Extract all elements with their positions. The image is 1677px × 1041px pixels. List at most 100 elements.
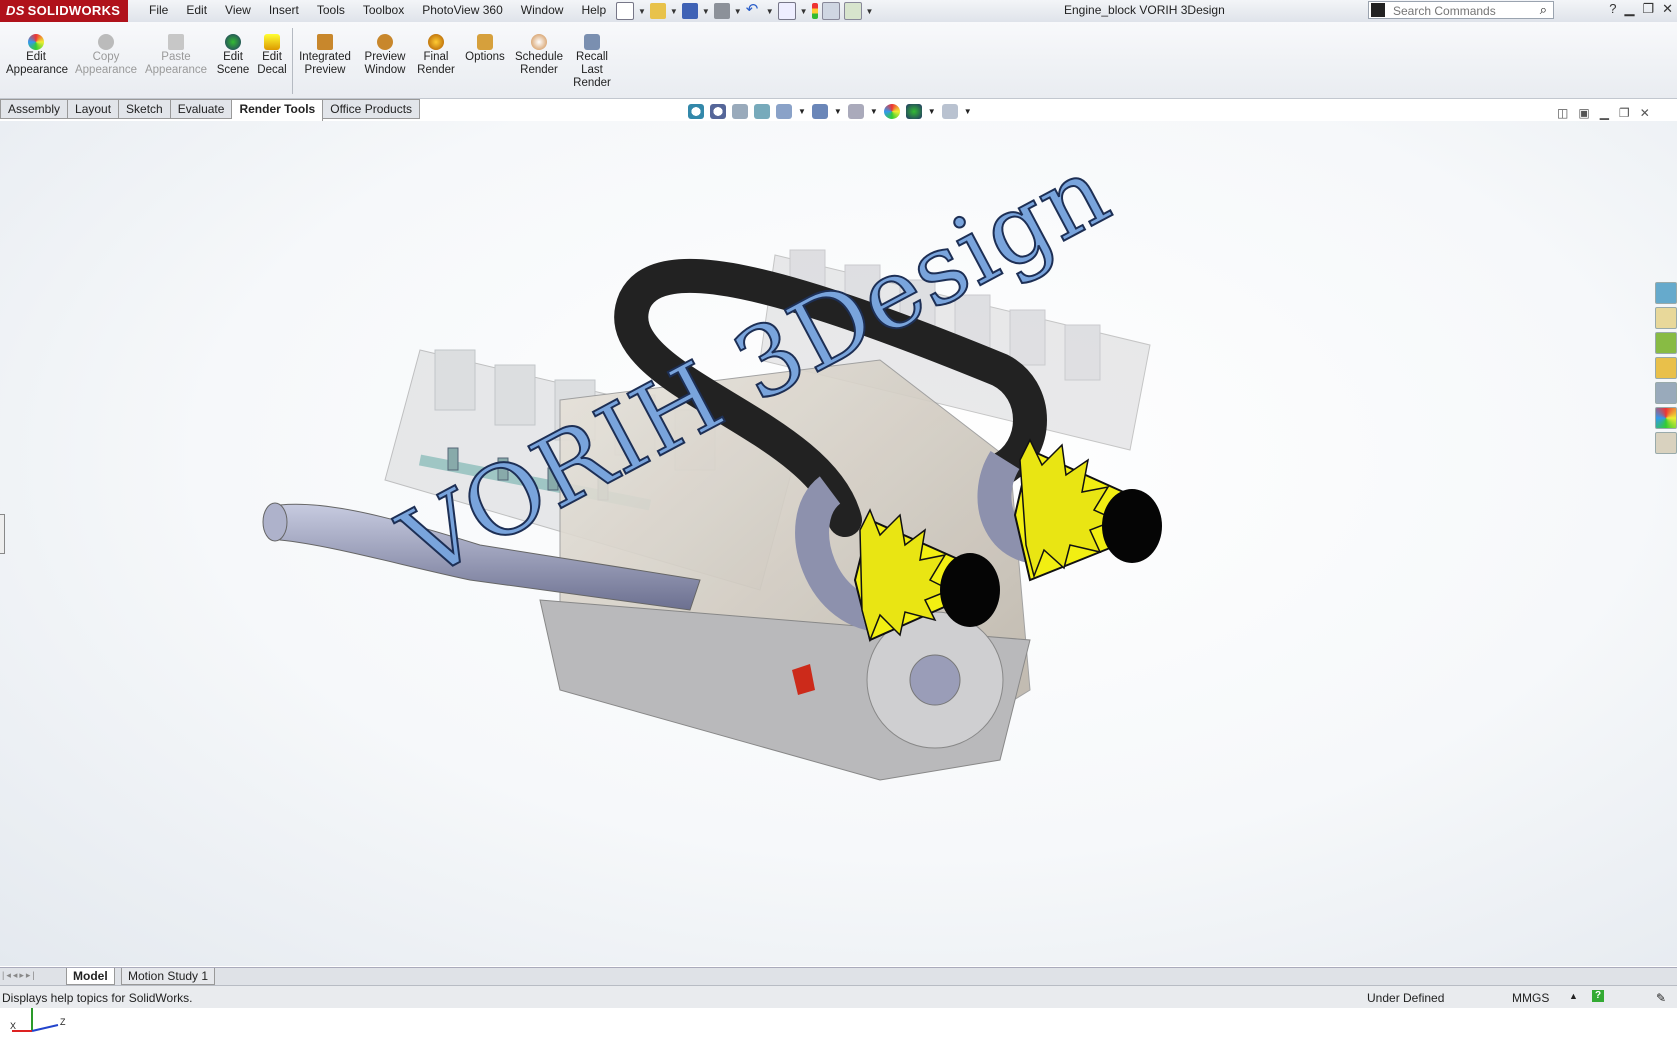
tab-model[interactable]: Model bbox=[66, 968, 115, 985]
display-style-icon[interactable] bbox=[811, 104, 828, 119]
section-view-icon[interactable] bbox=[754, 104, 770, 119]
exhaust-tip-right bbox=[1013, 438, 1162, 582]
edit-scene-button[interactable]: Edit Scene bbox=[215, 34, 251, 77]
apply-scene-dropdown-icon[interactable]: ▼ bbox=[928, 107, 936, 116]
zoom-to-fit-icon[interactable] bbox=[688, 104, 704, 119]
scene-icon bbox=[225, 34, 241, 50]
task-pane-tabs bbox=[1653, 279, 1677, 454]
integrated-preview-button[interactable]: Integrated Preview bbox=[296, 34, 354, 77]
view-orientation-icon[interactable] bbox=[776, 104, 792, 119]
menu-toolbox[interactable]: Toolbox bbox=[354, 0, 413, 22]
schedule-render-button[interactable]: Schedule Render bbox=[512, 34, 566, 77]
viewport-close-icon[interactable]: ✕ bbox=[1640, 106, 1650, 120]
engine-model-render[interactable] bbox=[0, 121, 1677, 966]
title-bar: DS SOLIDWORKS File Edit View Insert Tools… bbox=[0, 0, 1677, 23]
brand-text: SOLIDWORKS bbox=[27, 3, 121, 18]
view-palette-tab-icon[interactable] bbox=[1655, 382, 1677, 404]
file-explorer-tab-icon[interactable] bbox=[1655, 357, 1677, 379]
print-dropdown-icon[interactable]: ▼ bbox=[734, 7, 742, 16]
menu-tools[interactable]: Tools bbox=[308, 0, 354, 22]
undo-icon[interactable]: ↶ bbox=[746, 2, 762, 19]
tab-scroll-icons[interactable]: |◂◂▸▸| bbox=[2, 970, 37, 981]
command-manager: Edit Appearance Copy Appearance Paste Ap… bbox=[0, 22, 1677, 99]
print-icon[interactable] bbox=[713, 3, 730, 19]
menu-bar: File Edit View Insert Tools Toolbox Phot… bbox=[140, 0, 615, 22]
window-controls: ? ▁ ❐ ✕ bbox=[1609, 1, 1673, 17]
edit-appearance-view-icon[interactable] bbox=[883, 104, 900, 119]
search-icon[interactable]: ⌕ bbox=[1540, 2, 1547, 18]
edit-decal-button[interactable]: Edit Decal bbox=[254, 34, 290, 77]
viewport-restore-icon[interactable]: ❐ bbox=[1619, 106, 1630, 120]
hide-show-dropdown-icon[interactable]: ▼ bbox=[870, 107, 878, 116]
menu-window[interactable]: Window bbox=[512, 0, 573, 22]
tab-evaluate[interactable]: Evaluate bbox=[170, 99, 233, 119]
status-units[interactable]: MMGS bbox=[1512, 991, 1549, 1005]
tab-assembly[interactable]: Assembly bbox=[0, 99, 69, 119]
copy-appearance-button[interactable]: Copy Appearance bbox=[74, 34, 138, 77]
minimize-icon[interactable]: ▁ bbox=[1624, 1, 1634, 17]
hide-show-items-icon[interactable] bbox=[847, 104, 864, 119]
options-button[interactable]: Options bbox=[462, 34, 508, 64]
select-cursor-icon[interactable] bbox=[777, 2, 796, 20]
pencil-icon[interactable]: ✎ bbox=[1656, 991, 1666, 1005]
resources-tab-icon[interactable] bbox=[1655, 282, 1677, 304]
tab-sketch[interactable]: Sketch bbox=[119, 99, 171, 119]
paste-appearance-button[interactable]: Paste Appearance bbox=[144, 34, 208, 77]
appearances-tab-icon[interactable] bbox=[1655, 407, 1677, 429]
preview-window-button[interactable]: Preview Window bbox=[360, 34, 410, 77]
options-dropdown-icon[interactable]: ▼ bbox=[866, 7, 874, 16]
view-settings-icon[interactable] bbox=[941, 104, 958, 119]
previous-view-icon[interactable] bbox=[732, 104, 748, 119]
tab-layout[interactable]: Layout bbox=[68, 99, 120, 119]
new-dropdown-icon[interactable]: ▼ bbox=[638, 7, 646, 16]
units-menu-icon[interactable]: ▲ bbox=[1569, 991, 1578, 1001]
custom-properties-tab-icon[interactable] bbox=[1655, 432, 1677, 454]
view-orientation-dropdown-icon[interactable]: ▼ bbox=[798, 107, 806, 116]
triad-x-label: X bbox=[10, 1021, 16, 1031]
zoom-to-area-icon[interactable] bbox=[710, 104, 726, 119]
save-icon[interactable] bbox=[681, 3, 698, 19]
final-render-button[interactable]: Final Render bbox=[414, 34, 458, 77]
tab-office-products[interactable]: Office Products bbox=[323, 99, 421, 119]
menu-insert[interactable]: Insert bbox=[260, 0, 308, 22]
open-dropdown-icon[interactable]: ▼ bbox=[670, 7, 678, 16]
rebuild-icon[interactable] bbox=[811, 3, 818, 19]
apply-scene-icon[interactable] bbox=[905, 104, 922, 119]
options-gear-icon[interactable] bbox=[843, 2, 862, 20]
close-icon[interactable]: ✕ bbox=[1662, 1, 1673, 17]
integrated-preview-label: Integrated Preview bbox=[299, 51, 351, 76]
decal-icon bbox=[264, 34, 280, 50]
view-settings-dropdown-icon[interactable]: ▼ bbox=[964, 107, 972, 116]
select-dropdown-icon[interactable]: ▼ bbox=[800, 7, 808, 16]
display-style-dropdown-icon[interactable]: ▼ bbox=[834, 107, 842, 116]
menu-edit[interactable]: Edit bbox=[177, 0, 216, 22]
menu-view[interactable]: View bbox=[216, 0, 260, 22]
undo-dropdown-icon[interactable]: ▼ bbox=[766, 7, 774, 16]
schedule-render-icon bbox=[531, 34, 547, 50]
home-tab-icon[interactable] bbox=[1655, 307, 1677, 329]
design-library-tab-icon[interactable] bbox=[1655, 332, 1677, 354]
save-dropdown-icon[interactable]: ▼ bbox=[702, 7, 710, 16]
recall-last-render-button[interactable]: Recall Last Render bbox=[570, 34, 614, 90]
menu-photoview[interactable]: PhotoView 360 bbox=[413, 0, 512, 22]
help-icon[interactable]: ? bbox=[1609, 1, 1616, 17]
open-folder-icon[interactable] bbox=[649, 3, 666, 19]
edit-appearance-button[interactable]: Edit Appearance bbox=[6, 34, 68, 77]
search-box[interactable]: ⌕ bbox=[1368, 1, 1554, 19]
split-view-icon[interactable]: ◫ bbox=[1557, 106, 1568, 120]
graphics-area[interactable]: VORIH 3Design Y X Z bbox=[0, 121, 1677, 1032]
single-view-icon[interactable]: ▣ bbox=[1578, 106, 1589, 120]
feature-manager-handle[interactable] bbox=[0, 514, 5, 554]
search-input[interactable] bbox=[1391, 3, 1525, 19]
tab-motion-study[interactable]: Motion Study 1 bbox=[121, 968, 216, 985]
appearance-icon bbox=[28, 34, 44, 50]
solidworks-logo[interactable]: DS SOLIDWORKS bbox=[0, 0, 128, 22]
tab-render-tools[interactable]: Render Tools bbox=[232, 99, 324, 121]
file-properties-icon[interactable] bbox=[821, 2, 840, 20]
quick-tips-icon[interactable]: ? bbox=[1592, 990, 1604, 1002]
menu-help[interactable]: Help bbox=[572, 0, 615, 22]
restore-icon[interactable]: ❐ bbox=[1642, 1, 1654, 17]
viewport-minimize-icon[interactable]: ▁ bbox=[1600, 106, 1609, 120]
new-document-icon[interactable] bbox=[616, 2, 634, 20]
menu-file[interactable]: File bbox=[140, 0, 177, 22]
